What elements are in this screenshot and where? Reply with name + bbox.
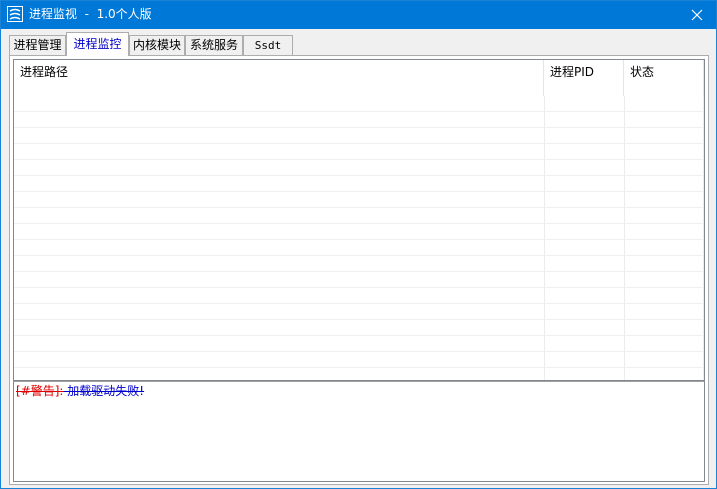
tab-kernel-modules[interactable]: 内核模块 <box>129 35 185 55</box>
table-row <box>14 320 704 336</box>
tab-system-services[interactable]: 系统服务 <box>185 35 243 55</box>
table-row <box>14 208 704 224</box>
table-row <box>14 112 704 128</box>
table-row <box>14 304 704 320</box>
log-message: 加载驱动失败! <box>63 384 145 398</box>
log-output[interactable]: [#警告]: 加载驱动失败! <box>13 381 705 482</box>
table-row <box>14 144 704 160</box>
app-logo-icon <box>7 6 23 22</box>
column-header-status[interactable]: 状态 <box>624 60 704 96</box>
grid-divider <box>703 96 704 380</box>
grid-divider <box>544 96 545 380</box>
tab-process-monitor[interactable]: 进程监控 <box>66 32 129 56</box>
column-header-pid[interactable]: 进程PID <box>544 60 624 96</box>
table-row <box>14 192 704 208</box>
main-window: 进程监视 - 1.0个人版 进程管理 进程监控 内核模块 系统服务 Ssdt 进… <box>0 0 717 489</box>
table-row <box>14 176 704 192</box>
tab-strip: 进程管理 进程监控 内核模块 系统服务 Ssdt <box>9 32 709 56</box>
table-row <box>14 352 704 368</box>
tab-panel: 进程路径 进程PID 状态 [#警告]: 加载驱动失败! <box>9 55 709 485</box>
process-list[interactable]: 进程路径 进程PID 状态 <box>13 59 705 381</box>
table-row <box>14 96 704 112</box>
table-row <box>14 368 704 380</box>
close-button[interactable] <box>678 1 716 29</box>
column-header-path[interactable]: 进程路径 <box>14 60 544 96</box>
title-bar[interactable]: 进程监视 - 1.0个人版 <box>1 1 716 29</box>
log-entry: [#警告]: 加载驱动失败! <box>16 384 144 398</box>
table-row <box>14 288 704 304</box>
table-row <box>14 160 704 176</box>
close-icon <box>691 9 703 21</box>
tab-ssdt[interactable]: Ssdt <box>243 35 293 55</box>
table-row <box>14 240 704 256</box>
window-title: 进程监视 - 1.0个人版 <box>29 7 152 21</box>
list-header: 进程路径 进程PID 状态 <box>14 60 704 96</box>
tab-process-manage[interactable]: 进程管理 <box>9 35 66 55</box>
table-row <box>14 336 704 352</box>
log-warning-tag: [#警告]: <box>16 384 64 398</box>
grid-divider <box>624 96 625 380</box>
table-row <box>14 256 704 272</box>
table-row <box>14 128 704 144</box>
table-row <box>14 272 704 288</box>
table-row <box>14 224 704 240</box>
